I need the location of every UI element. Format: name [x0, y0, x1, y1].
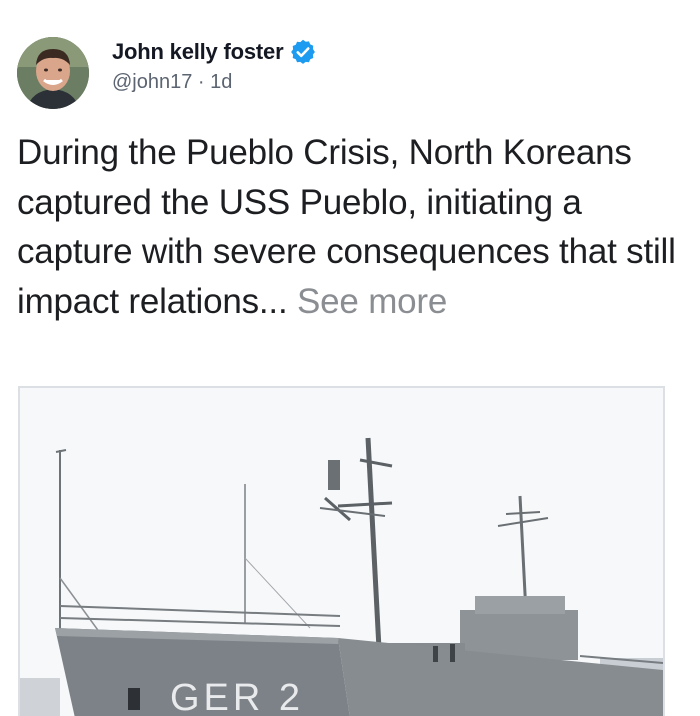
avatar[interactable] — [17, 37, 89, 109]
post-body: During the Pueblo Crisis, North Koreans … — [17, 128, 677, 326]
avatar-image — [17, 37, 89, 109]
post-meta: @john17 · 1d — [112, 71, 232, 94]
hull-number-text: GER 2 — [170, 677, 304, 716]
author-row: John kelly foster — [112, 38, 317, 66]
meta-separator: · — [192, 71, 211, 93]
author-name[interactable]: John kelly foster — [112, 39, 284, 65]
post-image[interactable]: GER 2 — [18, 386, 665, 716]
verified-badge-icon — [291, 39, 316, 64]
post-timestamp[interactable]: 1d — [210, 71, 232, 93]
ship-photo: GER 2 — [20, 388, 663, 716]
see-more-link[interactable]: See more — [297, 282, 447, 321]
author-handle[interactable]: @john17 — [112, 71, 192, 93]
